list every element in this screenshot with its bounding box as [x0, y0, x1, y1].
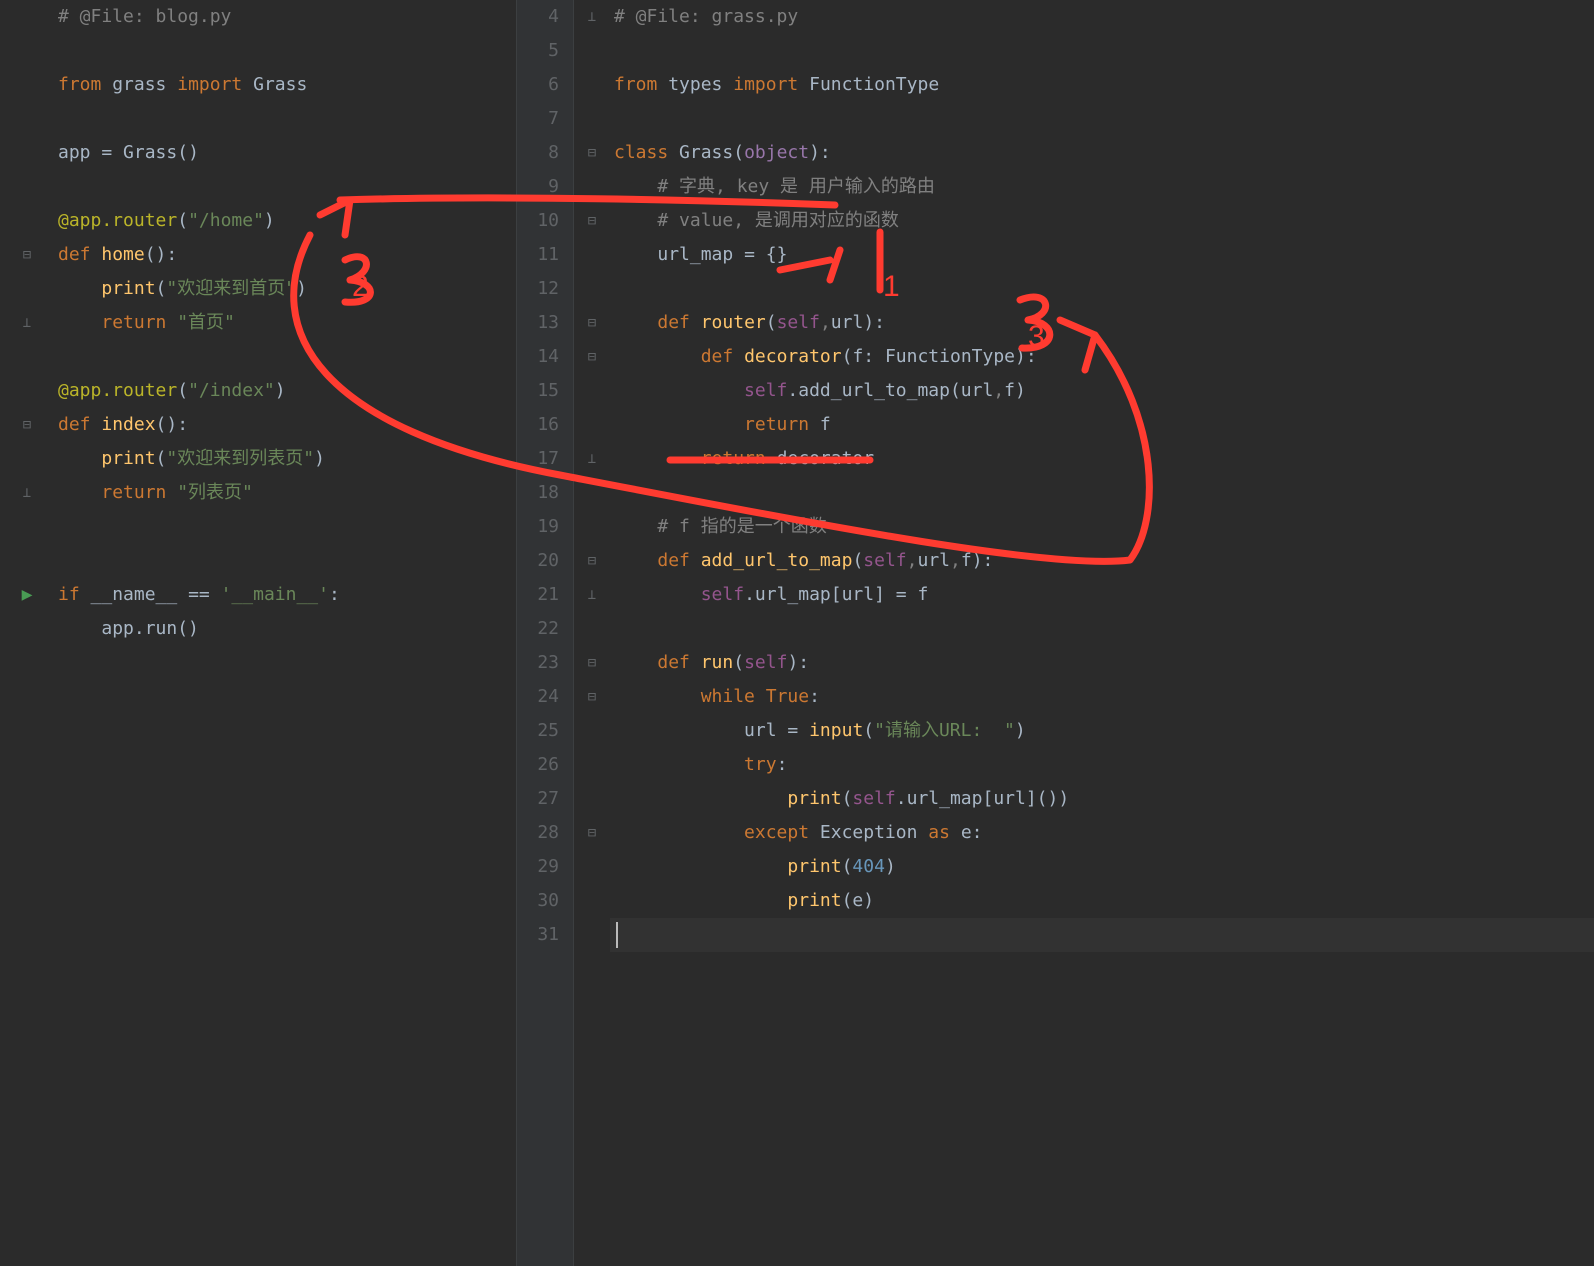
run-gutter-icon[interactable]: ▶ [0, 578, 54, 612]
line-number-gutter: 4 5 6 7 8 9 10 11 12 13 14 15 16 17 18 1… [516, 0, 574, 1266]
fold-icon[interactable]: ⊟ [574, 544, 610, 578]
text-caret [616, 922, 618, 948]
fold-icon[interactable]: ⊟ [574, 646, 610, 680]
right-fold-gutter: ⊥ ⊟ ⊟ ⊟ ⊟ ⊥ ⊟ ⊥ ⊟ ⊟ ⊟ [574, 0, 610, 1266]
fold-icon[interactable]: ⊟ [574, 204, 610, 238]
fold-icon[interactable]: ⊟ [0, 238, 54, 272]
fold-icon[interactable]: ⊟ [0, 408, 54, 442]
fold-end-icon[interactable]: ⊥ [574, 578, 610, 612]
fold-icon[interactable]: ⊟ [574, 680, 610, 714]
caret-line [610, 918, 1594, 952]
fold-icon[interactable]: ⊟ [574, 136, 610, 170]
fold-icon[interactable]: ⊟ [574, 340, 610, 374]
fold-icon[interactable]: ⊟ [574, 306, 610, 340]
right-editor[interactable]: # @File: grass.py from types import Func… [610, 0, 1594, 1266]
fold-end-icon[interactable]: ⊥ [0, 476, 54, 510]
left-gutter: ⊟ ⊥ ⊟ ⊥ ▶ [0, 0, 54, 1266]
fold-end-icon[interactable]: ⊥ [574, 442, 610, 476]
fold-end-icon[interactable]: ⊥ [574, 0, 610, 34]
fold-icon[interactable]: ⊟ [574, 816, 610, 850]
editor-split: ⊟ ⊥ ⊟ ⊥ ▶ # @File: blog.py from grass im… [0, 0, 1594, 1266]
left-editor[interactable]: # @File: blog.py from grass import Grass… [54, 0, 516, 1266]
line-number: 4 [517, 0, 573, 34]
fold-end-icon[interactable]: ⊥ [0, 306, 54, 340]
code-line: # @File: blog.py [54, 0, 516, 34]
